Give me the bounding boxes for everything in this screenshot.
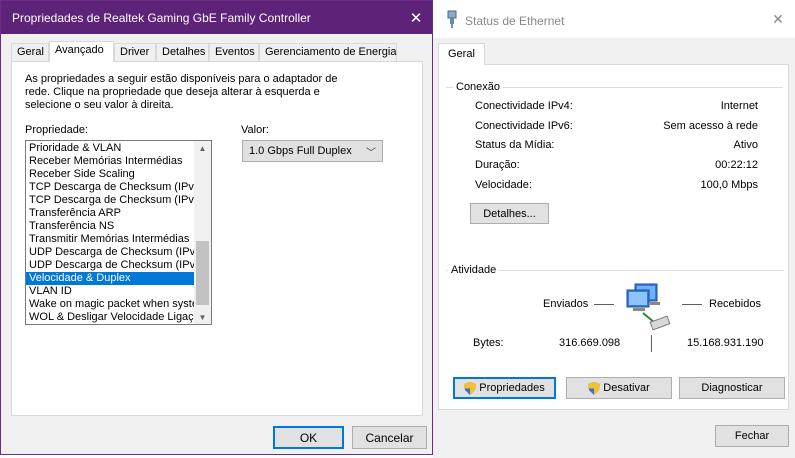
speed-value: 100,0 Mbps — [700, 179, 758, 191]
value-dropdown[interactable]: 1.0 Gbps Full Duplex ﹀ — [242, 140, 383, 162]
property-list-item[interactable]: Velocidade & Duplex — [26, 272, 194, 285]
property-list-item[interactable]: Receber Side Scaling — [26, 168, 194, 181]
network-computers-icon — [626, 283, 671, 331]
ipv4-label: Conectividade IPv4: — [475, 100, 573, 112]
received-line — [682, 304, 702, 305]
media-status-value: Ativo — [733, 139, 758, 151]
chevron-down-icon: ﹀ — [366, 148, 376, 159]
activity-group-title: Atividade — [448, 264, 500, 276]
ipv6-label: Conectividade IPv6: — [475, 120, 573, 132]
property-list-scrollbar[interactable]: ▲ ▼ — [194, 141, 211, 324]
received-label: Recebidos — [709, 298, 761, 310]
properties-button[interactable]: Propriedades — [453, 377, 556, 399]
property-list-item[interactable]: TCP Descarga de Checksum (IPv6) — [26, 194, 194, 207]
media-status-label: Status da Mídia: — [475, 139, 555, 151]
property-list-item[interactable]: Transmitir Memórias Intermédias — [26, 233, 194, 246]
disable-button[interactable]: Desativar — [566, 377, 672, 399]
ipv6-value: Sem acesso à rede — [663, 120, 758, 132]
property-list-item[interactable]: Transferência NS — [26, 220, 194, 233]
property-list-item[interactable]: Prioridade & VLAN — [26, 142, 194, 155]
properties-button-label: Propriedades — [479, 382, 545, 394]
property-list-item[interactable]: Transferência ARP — [26, 207, 194, 220]
connection-group-title: Conexão — [453, 81, 504, 93]
close-icon[interactable]: ✕ — [400, 1, 432, 34]
diagnose-button[interactable]: Diagnosticar — [679, 377, 785, 399]
tab-driver[interactable]: Driver — [114, 43, 156, 61]
disable-button-label: Desativar — [603, 382, 650, 394]
ethernet-icon — [447, 10, 457, 28]
tab-geral-status[interactable]: Geral — [438, 43, 485, 65]
tab-avancado[interactable]: Avançado — [49, 41, 114, 62]
tab-gerenciamento-energia[interactable]: Gerenciamento de Energia — [259, 43, 397, 61]
details-button[interactable]: Detalhes... — [470, 203, 549, 224]
duration-value: 00:22:12 — [715, 159, 758, 171]
property-label: Propriedade: — [25, 124, 88, 136]
bytes-sent-value: 316.669.098 — [559, 337, 621, 349]
shield-icon — [588, 381, 601, 395]
value-dropdown-text: 1.0 Gbps Full Duplex — [249, 145, 352, 157]
tab-eventos[interactable]: Eventos — [209, 43, 259, 61]
ok-button[interactable]: OK — [273, 426, 344, 449]
ethernet-status-dialog: Status de Ethernet ✕ Geral Conexão Conec… — [433, 0, 795, 458]
scroll-up-icon[interactable]: ▲ — [194, 141, 211, 155]
title-bar-right: Status de Ethernet ✕ — [433, 0, 795, 38]
status-panel: Conexão Conectividade IPv4: Internet Con… — [438, 64, 789, 410]
property-list-item[interactable]: UDP Descarga de Checksum (IPv6) — [26, 259, 194, 272]
title-bar: Propriedades de Realtek Gaming GbE Famil… — [1, 1, 432, 34]
description-text: As propriedades a seguir estão disponíve… — [25, 73, 338, 111]
value-label: Valor: — [241, 124, 269, 136]
window-title: Propriedades de Realtek Gaming GbE Famil… — [12, 11, 311, 25]
property-list-item[interactable]: VLAN ID — [26, 285, 194, 298]
scroll-down-icon[interactable]: ▼ — [194, 310, 211, 324]
property-list-item[interactable]: Receber Memórias Intermédias — [26, 155, 194, 168]
duration-label: Duração: — [475, 159, 520, 171]
close-button[interactable]: Fechar — [715, 425, 789, 447]
advanced-panel: As propriedades a seguir estão disponíve… — [11, 61, 423, 416]
property-list-item[interactable]: UDP Descarga de Checksum (IPv4) — [26, 246, 194, 259]
shield-icon — [464, 381, 477, 395]
property-list[interactable]: Prioridade & VLAN Receber Memórias Interm… — [25, 140, 212, 325]
scroll-thumb[interactable] — [196, 241, 209, 305]
tab-detalhes[interactable]: Detalhes — [156, 43, 209, 61]
bytes-divider — [651, 335, 652, 352]
tab-geral[interactable]: Geral — [11, 43, 49, 61]
property-list-item[interactable]: TCP Descarga de Checksum (IPv4) — [26, 181, 194, 194]
sent-label: Enviados — [543, 298, 589, 310]
property-list-item[interactable]: Wake on magic packet when system — [26, 298, 194, 311]
adapter-properties-dialog: Propriedades de Realtek Gaming GbE Famil… — [0, 0, 433, 455]
close-icon[interactable]: ✕ — [765, 6, 791, 32]
window-title-right: Status de Ethernet — [465, 14, 565, 28]
cancel-button[interactable]: Cancelar — [352, 426, 427, 449]
property-list-items: Prioridade & VLAN Receber Memórias Interm… — [26, 142, 194, 324]
bytes-label: Bytes: — [473, 337, 504, 349]
bytes-received-value: 15.168.931.190 — [687, 337, 764, 349]
property-list-item[interactable]: WOL & Desligar Velocidade Ligação — [26, 311, 194, 324]
speed-label: Velocidade: — [475, 179, 532, 191]
ipv4-value: Internet — [720, 100, 758, 112]
sent-line — [594, 304, 614, 305]
